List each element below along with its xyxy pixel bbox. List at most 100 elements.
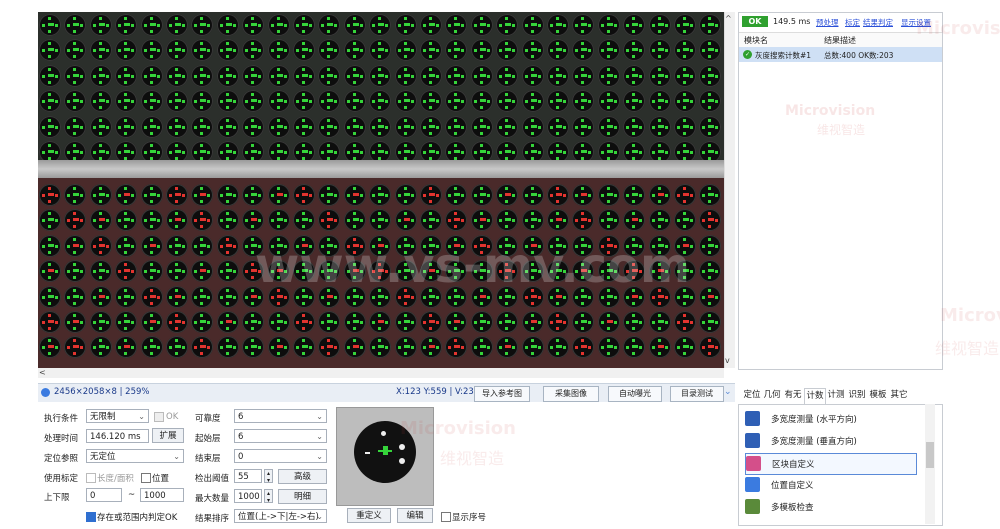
chevron-down-icon[interactable]: ⌄ [724, 387, 732, 397]
proc-time-label: 处理时间 [44, 434, 79, 444]
tool-item[interactable]: 多模板检查 [745, 497, 915, 517]
exec-cond-select[interactable]: 无限制 ⌄ [86, 409, 149, 423]
tab-2[interactable]: 有无 [783, 388, 803, 403]
sort-select[interactable]: 位置(上->下|左->右) ⌄ [234, 509, 327, 523]
length-area-label: 长度/面积 [97, 474, 134, 484]
directory-test-button[interactable]: 目录测试 [670, 386, 724, 402]
viewer-horizontal-scrollbar[interactable] [38, 368, 724, 378]
auto-exposure-button[interactable]: 自动曝光 [608, 386, 662, 402]
locate-ref-select[interactable]: 无定位 ⌄ [86, 449, 184, 463]
capture-image-button[interactable]: 采集图像 [543, 386, 599, 402]
viewer-vertical-scrollbar[interactable] [724, 12, 735, 368]
upper-limit-field[interactable]: 1000 [140, 488, 184, 502]
locate-ref-label: 定位参照 [44, 454, 79, 464]
watermark-brand: Microvision [940, 305, 1000, 326]
chevron-down-icon: ⌄ [316, 432, 323, 441]
tab-7[interactable]: 其它 [889, 388, 909, 403]
import-reference-button[interactable]: 导入参考图 [474, 386, 530, 402]
grid-icon [746, 456, 761, 471]
scroll-up-arrow[interactable]: ^ [725, 14, 732, 23]
row-result-desc: 总数:400 OK数:203 [824, 51, 894, 60]
tool-item[interactable]: 区块自定义 [745, 453, 917, 475]
points-icon [745, 477, 760, 492]
check-icon: ✓ [743, 50, 752, 59]
bottom-tray-region [38, 178, 724, 368]
sort-label: 结果排序 [195, 514, 230, 524]
tray-divider [38, 160, 724, 178]
in-range-ok-checkbox[interactable] [86, 512, 96, 522]
end-layer-label: 结束层 [195, 454, 221, 464]
show-index-checkbox[interactable] [441, 512, 451, 522]
tool-category-tabs: 定位 几何 有无 计数 计测 识别 模板 其它 [738, 388, 941, 404]
link-calibration[interactable]: 标定 [845, 17, 860, 28]
ok-checkbox-label: OK [166, 412, 179, 422]
ok-checkbox[interactable] [154, 412, 164, 422]
show-index-label: 显示序号 [452, 513, 487, 523]
max-count-label: 最大数量 [195, 494, 230, 504]
end-layer-select[interactable]: 0 ⌄ [234, 449, 327, 463]
link-result-judgement[interactable]: 结果判定 [863, 17, 893, 28]
tool-item[interactable]: 位置自定义 [745, 475, 915, 495]
chevron-down-icon: ⌄ [316, 512, 323, 521]
chevron-down-icon: ⌄ [316, 412, 323, 421]
tolerance-select[interactable]: 6 ⌄ [234, 409, 327, 423]
tool-item-label: 多宽度测量 (垂直方向) [771, 437, 857, 447]
scroll-left-arrow[interactable]: < [39, 368, 46, 377]
watermark-cn: 维视智造 [440, 449, 505, 468]
cursor-coords: X:123 Y:559 | V:23 [396, 387, 474, 397]
results-panel: OK 149.5 ms 预处理 标定 结果判定 显示设置 模块名 结果描述 ✓ … [738, 12, 943, 370]
max-count-spinner[interactable]: ▴ ▾ [264, 489, 273, 504]
detail-button[interactable]: 明细 [278, 489, 327, 504]
image-viewer[interactable] [38, 12, 724, 368]
threshold-spinner[interactable]: ▴ ▾ [264, 469, 273, 484]
tool-item-label: 位置自定义 [771, 481, 814, 491]
start-layer-label: 起始层 [195, 434, 221, 444]
range-tilde: ~ [128, 490, 136, 500]
max-count-field[interactable]: 1000 [234, 489, 262, 503]
advanced-button[interactable]: 高级 [278, 469, 327, 484]
tab-4[interactable]: 计测 [826, 388, 846, 403]
lower-limit-field[interactable]: 0 [86, 488, 122, 502]
tolerance-label: 可靠度 [195, 414, 221, 424]
link-preprocess[interactable]: 预处理 [816, 17, 839, 28]
viewer-status-bar: 2456×2058×8 | 259% X:123 Y:559 | V:23 导入… [38, 383, 735, 402]
tab-5[interactable]: 识别 [847, 388, 867, 403]
col-result-desc: 结果描述 [824, 36, 856, 45]
table-row[interactable]: ✓ 灰度搜索计数#1 总数:400 OK数:203 [739, 47, 942, 62]
tool-list-scrollbar[interactable] [925, 404, 935, 524]
tab-1[interactable]: 几何 [762, 388, 782, 403]
template-icon [745, 499, 760, 514]
tab-3[interactable]: 计数 [804, 388, 826, 404]
template-thumbnail [336, 407, 434, 506]
edit-button[interactable]: 编辑 [397, 508, 433, 523]
start-layer-select[interactable]: 6 ⌄ [234, 429, 327, 443]
limits-label: 上下限 [44, 493, 70, 503]
redefine-button[interactable]: 重定义 [347, 508, 391, 523]
status-badge: OK [742, 16, 768, 27]
expand-button[interactable]: 扩展 [152, 428, 184, 443]
ruler-v-icon [745, 433, 760, 448]
threshold-field[interactable]: 55 [234, 469, 262, 483]
tab-0[interactable]: 定位 [742, 388, 762, 403]
scroll-down-arrow[interactable]: v [725, 356, 730, 365]
col-module-name: 模块名 [744, 36, 768, 45]
tab-6[interactable]: 模板 [868, 388, 888, 403]
tool-item-label: 多模板检查 [771, 503, 814, 513]
tool-list: 多宽度测量 (水平方向)多宽度测量 (垂直方向)区块自定义位置自定义多模板检查^ [738, 404, 943, 526]
tool-item[interactable]: 多宽度测量 (水平方向) [745, 409, 915, 429]
watermark-cn: 维视智造 [817, 123, 866, 137]
cycle-time: 149.5 ms [773, 17, 811, 26]
watermark-cn: 维视智造 [935, 339, 1000, 358]
image-info: 2456×2058×8 | 259% [54, 387, 150, 397]
info-icon [41, 388, 50, 397]
calib-label: 使用标定 [44, 474, 79, 484]
results-header: OK 149.5 ms 预处理 标定 结果判定 显示设置 [739, 13, 942, 31]
tool-item-label: 多宽度测量 (水平方向) [771, 415, 857, 425]
threshold-label: 检出阈值 [195, 474, 230, 484]
chevron-down-icon: ⌄ [316, 452, 323, 461]
row-module-name: 灰度搜索计数#1 [755, 51, 812, 60]
tool-item[interactable]: 多宽度测量 (垂直方向) [745, 431, 915, 451]
position-checkbox[interactable] [141, 473, 151, 483]
length-area-checkbox[interactable] [86, 473, 96, 483]
link-display-settings[interactable]: 显示设置 [901, 17, 931, 28]
